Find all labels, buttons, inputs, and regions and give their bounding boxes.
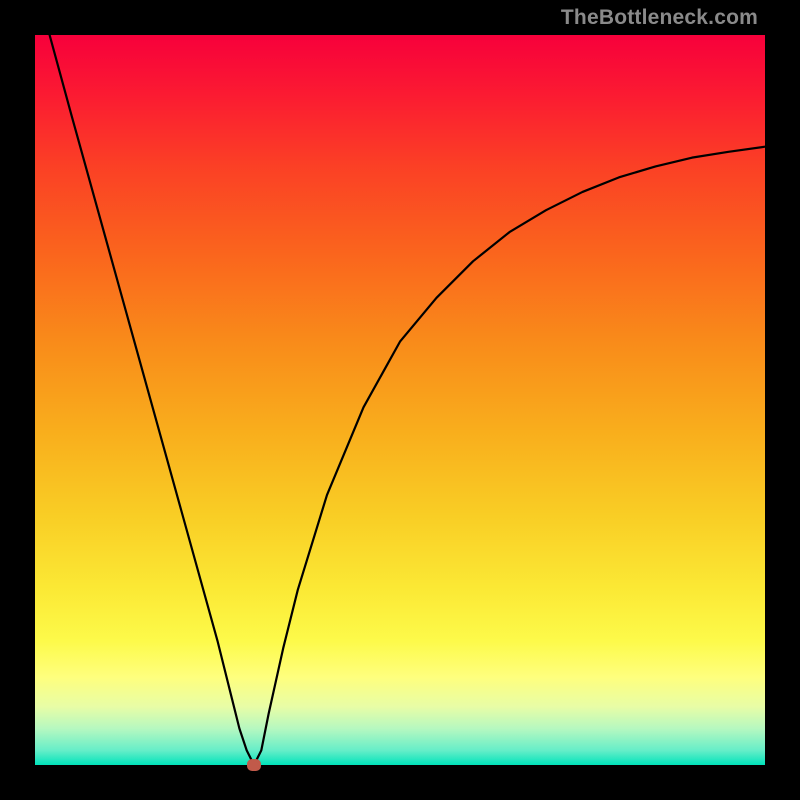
bottleneck-curve [35, 35, 765, 765]
plot-area [35, 35, 765, 765]
chart-frame: TheBottleneck.com [0, 0, 800, 800]
watermark-text: TheBottleneck.com [561, 6, 758, 30]
minimum-point-marker [247, 759, 261, 771]
